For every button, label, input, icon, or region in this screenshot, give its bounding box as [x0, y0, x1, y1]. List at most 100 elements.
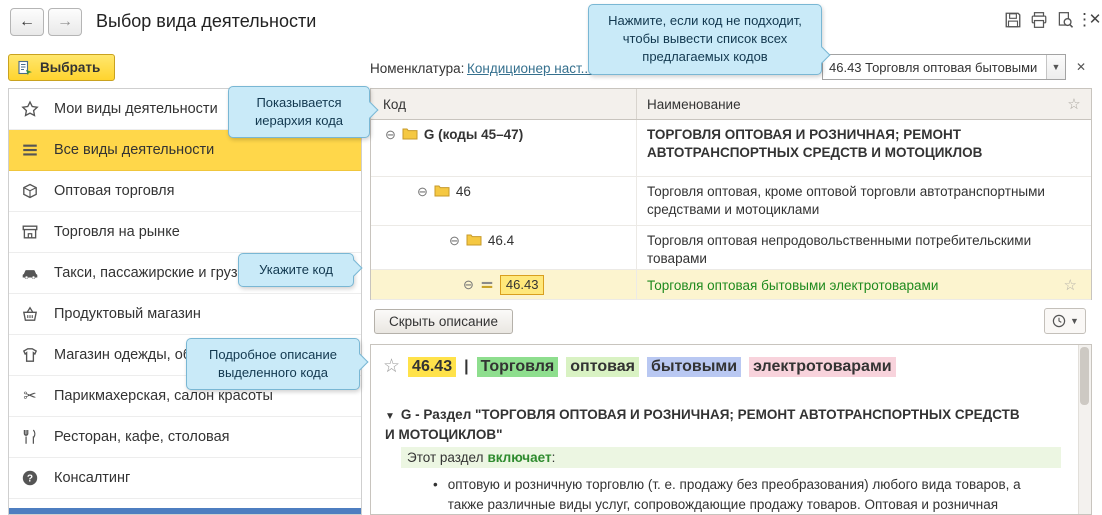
- folder-icon: [402, 127, 418, 140]
- hide-description-button[interactable]: Скрыть описание: [374, 309, 513, 334]
- sidebar-item-label: Консалтинг: [54, 470, 130, 486]
- activity-selection-window: ← → Выбор вида деятельности ⋮ ✕ Выбрать …: [0, 0, 1102, 515]
- bullet-text: оптовую и розничную торговлю (т. е. прод…: [448, 475, 1045, 515]
- history-button[interactable]: ▼: [1044, 308, 1086, 334]
- description-title: ☆ 46.43 | Торговля оптовая бытовыми элек…: [383, 355, 896, 378]
- bullet-icon: •: [433, 475, 438, 515]
- collapse-icon[interactable]: ⊖: [463, 277, 474, 293]
- nomenclature-label: Номенклатура:: [370, 61, 464, 76]
- list-icon: [19, 141, 41, 159]
- search-document-icon: [1056, 11, 1078, 29]
- sidebar-item-label: Продуктовый магазин: [54, 306, 201, 322]
- tree-name: Торговля оптовая бытовыми электротоварам…: [637, 270, 1091, 299]
- tree-row-section-g[interactable]: ⊖ G (коды 45–47) ТОРГОВЛЯ ОПТОВАЯ И РОЗН…: [371, 120, 1091, 177]
- star-icon: ☆: [1067, 96, 1080, 113]
- find-button[interactable]: [1056, 9, 1078, 31]
- star-icon: ☆: [1064, 277, 1077, 294]
- favorites-column-button[interactable]: ☆: [1057, 89, 1091, 119]
- page-title: Выбор вида деятельности: [96, 11, 316, 32]
- sidebar-item-label: Торговля на рынке: [54, 224, 180, 240]
- description-bullet: • оптовую и розничную торговлю (т. е. пр…: [433, 475, 1045, 515]
- tree-row-46-43-selected[interactable]: ⊖ 46.43 Торговля оптовая бытовыми электр…: [371, 270, 1091, 300]
- tooltip-combo-hint: Нажмите, если код не подходит, чтобы выв…: [588, 4, 822, 75]
- tooltip-description-hint: Подробное описание выделенного кода: [186, 338, 360, 390]
- selected-code-chip: 46.43: [500, 275, 545, 295]
- print-button[interactable]: [1030, 9, 1052, 31]
- sidebar-partial-next-item: [9, 508, 361, 514]
- code-combobox-value: 46.43 Торговля оптовая бытовыми: [823, 55, 1046, 79]
- tree-code: 46.4: [488, 233, 514, 248]
- description-scrollbar[interactable]: [1078, 345, 1091, 514]
- sidebar-item-label: Оптовая торговля: [54, 183, 174, 199]
- select-button[interactable]: Выбрать: [8, 54, 115, 81]
- close-icon: ✕: [1089, 11, 1102, 28]
- sidebar-item-consulting[interactable]: ? Консалтинг: [9, 458, 361, 499]
- highlighted-word: оптовая: [566, 357, 639, 377]
- includes-prefix: Этот раздел: [407, 450, 483, 465]
- collapse-icon[interactable]: ⊖: [417, 184, 428, 200]
- box-icon: [19, 182, 41, 200]
- description-panel: ☆ 46.43 | Торговля оптовая бытовыми элек…: [370, 344, 1092, 515]
- tree-header: Код Наименование ☆: [371, 89, 1091, 120]
- highlighted-word: Торговля: [477, 357, 559, 377]
- combo-dropdown-button[interactable]: ▼: [1046, 55, 1065, 79]
- tree-name: Торговля оптовая, кроме оптовой торговли…: [637, 177, 1091, 225]
- column-header-code: Код: [371, 89, 637, 119]
- sidebar-item-grocery[interactable]: Продуктовый магазин: [9, 294, 361, 335]
- chevron-down-icon: ▼: [1052, 62, 1061, 72]
- section-header[interactable]: ▼G - Раздел "ТОРГОВЛЯ ОПТОВАЯ И РОЗНИЧНА…: [385, 405, 1030, 444]
- sidebar-item-restaurant[interactable]: Ресторан, кафе, столовая: [9, 417, 361, 458]
- tooltip-hierarchy-hint: Показывается иерархия кода: [228, 86, 370, 138]
- restaurant-icon: [19, 428, 41, 446]
- includes-colon: :: [552, 450, 556, 465]
- storefront-icon: [19, 223, 41, 241]
- activity-leaf-icon: [480, 278, 494, 292]
- back-icon: ←: [19, 13, 35, 30]
- chevron-down-icon: ▼: [1070, 316, 1079, 326]
- close-button[interactable]: ✕: [1088, 9, 1102, 31]
- sidebar-item-wholesale[interactable]: Оптовая торговля: [9, 171, 361, 212]
- highlighted-word: электротоварами: [749, 357, 896, 377]
- collapse-icon[interactable]: ⊖: [385, 127, 396, 143]
- favorite-toggle-button[interactable]: ☆: [1058, 275, 1083, 295]
- tooltip-text: Подробное описание выделенного кода: [209, 347, 337, 380]
- tooltip-text: Показывается иерархия кода: [255, 95, 343, 128]
- tree-row-46[interactable]: ⊖ 46 Торговля оптовая, кроме оптовой тор…: [371, 177, 1091, 226]
- tree-name: Торговля оптовая непродовольственными по…: [637, 226, 1091, 269]
- nomenclature-link[interactable]: Кондиционер наст...: [467, 61, 592, 76]
- history-icon: [1051, 313, 1067, 329]
- scrollbar-thumb[interactable]: [1080, 347, 1089, 405]
- includes-keyword: включает: [487, 450, 551, 465]
- sidebar-item-market-trade[interactable]: Торговля на рынке: [9, 212, 361, 253]
- folder-icon: [434, 184, 450, 197]
- sidebar-item-label: Все виды деятельности: [54, 142, 214, 158]
- question-icon: ?: [19, 469, 41, 487]
- tree-code: G (коды 45–47): [424, 127, 523, 142]
- description-code: 46.43: [408, 357, 456, 377]
- separator: |: [464, 358, 468, 376]
- save-button[interactable]: [1004, 9, 1026, 31]
- collapse-icon[interactable]: ⊖: [449, 233, 460, 249]
- star-icon[interactable]: ☆: [383, 355, 400, 378]
- save-icon: [1004, 11, 1026, 29]
- activity-sidebar: Мои виды деятельности Все виды деятельно…: [8, 88, 362, 515]
- basket-icon: [19, 305, 41, 323]
- column-header-name: Наименование: [637, 89, 1057, 119]
- tooltip-arrow: [351, 354, 368, 371]
- clear-icon: ✕: [1076, 60, 1086, 74]
- includes-line: Этот раздел включает:: [401, 447, 1061, 468]
- sidebar-item-label: Ресторан, кафе, столовая: [54, 429, 229, 445]
- star-icon: [19, 100, 41, 118]
- car-icon: [19, 264, 41, 282]
- combo-clear-button[interactable]: ✕: [1071, 57, 1091, 77]
- tooltip-text: Нажмите, если код не подходит, чтобы выв…: [608, 13, 802, 64]
- clothes-icon: [19, 346, 41, 364]
- back-button[interactable]: ←: [10, 8, 44, 36]
- collapse-triangle-icon: ▼: [385, 411, 395, 422]
- printer-icon: [1030, 11, 1052, 29]
- folder-icon: [466, 233, 482, 246]
- tree-row-46-4[interactable]: ⊖ 46.4 Торговля оптовая непродовольствен…: [371, 226, 1091, 270]
- code-combobox[interactable]: 46.43 Торговля оптовая бытовыми ▼: [822, 54, 1066, 80]
- forward-button[interactable]: →: [48, 8, 82, 36]
- scissors-icon: ✂: [19, 386, 41, 406]
